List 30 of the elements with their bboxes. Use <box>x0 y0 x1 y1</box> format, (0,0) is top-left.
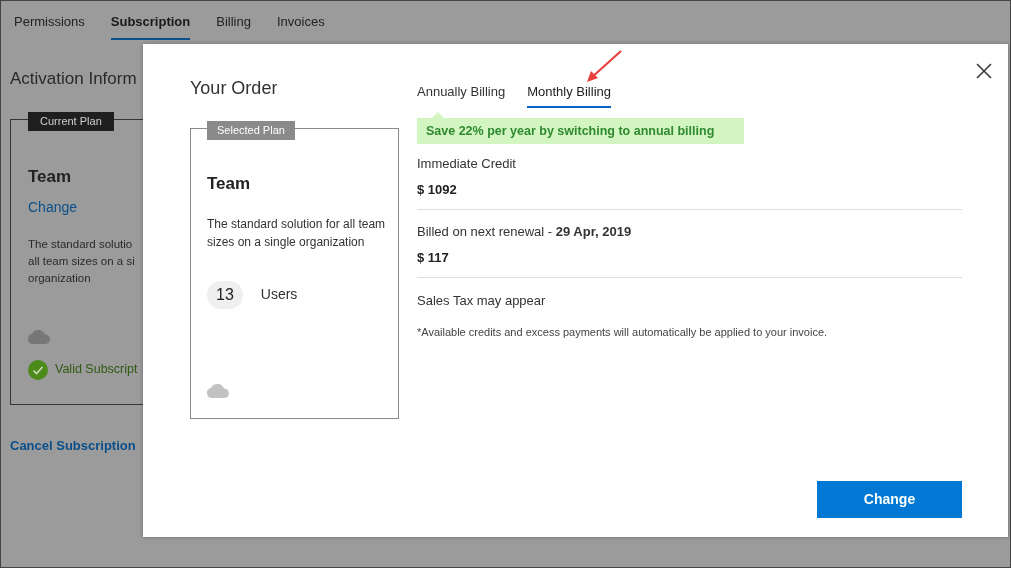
user-count: 13 <box>207 280 243 309</box>
plan-description: The standard solutio all team sizes on a si organization <box>28 236 136 286</box>
plan-description: The standard solution for all team sizes on a single organization <box>207 215 387 251</box>
dialog-title: Your Order <box>190 77 279 100</box>
footnote-text: *Available credits and excess payments will automatically be applied to your invoice. <box>417 324 829 340</box>
plan-name: Team <box>207 173 252 195</box>
billing-tab[interactable]: Monthly Billing <box>527 82 611 108</box>
check-circle-icon <box>28 359 48 380</box>
section-label: Billed on next renewal - 29 Apr, 2019 <box>417 223 633 242</box>
tax-note: Sales Tax may appear <box>417 292 547 311</box>
savings-banner: Save 22% per year by switching to annual billing <box>417 117 744 145</box>
plan-badge: Current Plan <box>28 112 114 131</box>
amount-text: $ 1092 <box>417 180 458 199</box>
close-button[interactable] <box>974 61 994 81</box>
plan-badge: Selected Plan <box>207 121 295 140</box>
close-icon <box>976 63 992 79</box>
users-label: Users <box>260 285 298 304</box>
change-button[interactable]: Change <box>817 481 962 518</box>
billing-tab[interactable]: Annually Billing <box>417 82 506 108</box>
page-heading: Activation Inform <box>10 67 137 90</box>
page-tab[interactable]: Billing <box>216 12 251 40</box>
page-tab[interactable]: Subscription <box>110 12 191 40</box>
cloud-icon <box>28 328 51 344</box>
amount-text: $ 117 <box>417 248 450 267</box>
section-label: Immediate Credit <box>417 155 517 174</box>
plan-name: Team <box>28 166 73 188</box>
cloud-icon <box>207 382 230 398</box>
page-tab[interactable]: Invoices <box>276 12 325 40</box>
status-text: Valid Subscript <box>55 361 138 379</box>
page-tab[interactable]: Permissions <box>14 12 85 40</box>
